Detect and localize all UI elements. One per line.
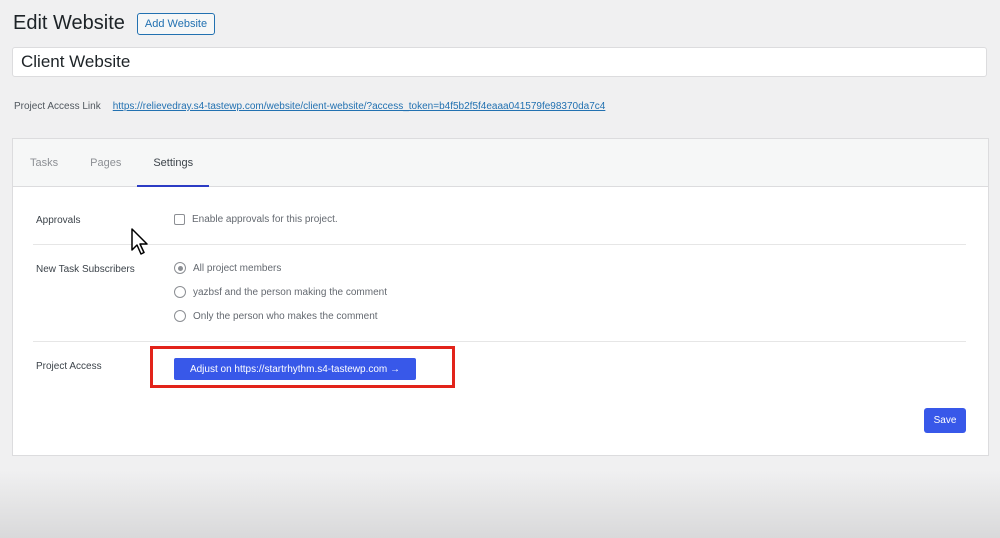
task-subscribers-label: New Task Subscribers (36, 264, 135, 275)
radio-button[interactable] (174, 286, 186, 298)
tab-settings[interactable]: Settings (137, 139, 210, 187)
subscriber-option-commenter[interactable]: Only the person who makes the comment (174, 310, 378, 322)
project-access-link[interactable]: https://relievedray.s4-tastewp.com/websi… (113, 101, 606, 112)
divider (33, 341, 966, 342)
settings-card: Tasks Pages Settings Approvals Enable ap… (12, 138, 989, 456)
subscriber-option-label: All project members (193, 262, 282, 274)
tab-bar: Tasks Pages Settings (13, 139, 988, 187)
radio-button[interactable] (174, 310, 186, 322)
radio-button[interactable] (174, 262, 186, 274)
page-title: Edit Website (13, 12, 125, 34)
approvals-option[interactable]: Enable approvals for this project. (174, 214, 338, 225)
save-button[interactable]: Save (924, 408, 966, 433)
approvals-checkbox-label: Enable approvals for this project. (192, 214, 338, 225)
approvals-checkbox[interactable] (174, 214, 185, 225)
page-header: Edit Website Add Website (13, 12, 216, 35)
website-title-input[interactable] (12, 47, 987, 77)
add-website-button[interactable]: Add Website (136, 12, 216, 35)
tab-tasks[interactable]: Tasks (30, 139, 74, 187)
highlight-box (150, 346, 455, 388)
mouse-cursor-icon (131, 228, 148, 255)
subscriber-option-label: Only the person who makes the comment (193, 310, 378, 322)
approvals-label: Approvals (36, 215, 81, 226)
project-access-link-row: Project Access Link https://relievedray.… (14, 101, 605, 112)
tab-pages[interactable]: Pages (90, 139, 137, 187)
project-access-label: Project Access (36, 361, 102, 372)
divider (33, 244, 966, 245)
project-access-link-label: Project Access Link (14, 101, 101, 112)
subscriber-option-label: yazbsf and the person making the comment (193, 286, 387, 298)
subscriber-option-user[interactable]: yazbsf and the person making the comment (174, 286, 387, 298)
bottom-background (0, 470, 1000, 538)
subscriber-option-all[interactable]: All project members (174, 262, 281, 274)
